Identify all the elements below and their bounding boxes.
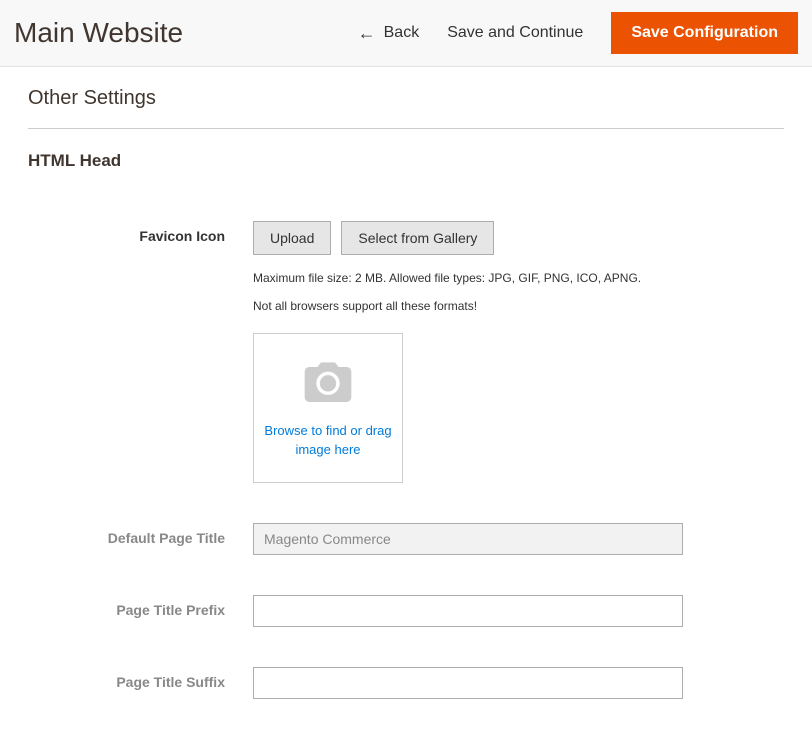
favicon-note-1: Maximum file size: 2 MB. Allowed file ty…	[253, 269, 683, 287]
page-title-prefix-content	[253, 595, 683, 627]
default-page-title-label: Default Page Title	[28, 523, 253, 546]
page-title-prefix-row: Page Title Prefix	[28, 595, 784, 627]
page-title-suffix-input[interactable]	[253, 667, 683, 699]
content-area: Other Settings HTML Head Favicon Icon Up…	[0, 67, 812, 729]
favicon-content: Upload Select from Gallery Maximum file …	[253, 221, 683, 483]
section-title: Other Settings	[28, 87, 784, 129]
default-page-title-content	[253, 523, 683, 555]
favicon-buttons: Upload Select from Gallery	[253, 221, 683, 255]
favicon-field-row: Favicon Icon Upload Select from Gallery …	[28, 221, 784, 483]
subsection-title: HTML Head	[28, 151, 784, 171]
page-title-prefix-label: Page Title Prefix	[28, 595, 253, 618]
back-label: Back	[384, 24, 420, 42]
favicon-dropzone[interactable]: Browse to find or drag image here	[253, 333, 403, 483]
default-page-title-row: Default Page Title	[28, 523, 784, 555]
save-configuration-button[interactable]: Save Configuration	[611, 12, 798, 54]
page-header: Main Website ← Back Save and Continue Sa…	[0, 0, 812, 67]
select-gallery-button[interactable]: Select from Gallery	[341, 221, 494, 255]
page-title-prefix-input[interactable]	[253, 595, 683, 627]
arrow-left-icon: ←	[358, 24, 376, 42]
back-button[interactable]: ← Back	[358, 24, 420, 42]
page-title-suffix-content	[253, 667, 683, 699]
page-title-suffix-row: Page Title Suffix	[28, 667, 784, 699]
default-page-title-input[interactable]	[253, 523, 683, 555]
page-title-suffix-label: Page Title Suffix	[28, 667, 253, 690]
favicon-label: Favicon Icon	[28, 221, 253, 244]
dropzone-text: Browse to find or drag image here	[254, 422, 402, 458]
upload-button[interactable]: Upload	[253, 221, 331, 255]
page-title: Main Website	[14, 17, 183, 49]
save-continue-button[interactable]: Save and Continue	[447, 24, 583, 42]
camera-icon	[300, 357, 356, 410]
header-actions: ← Back Save and Continue Save Configurat…	[358, 12, 798, 54]
favicon-note-2: Not all browsers support all these forma…	[253, 297, 683, 315]
